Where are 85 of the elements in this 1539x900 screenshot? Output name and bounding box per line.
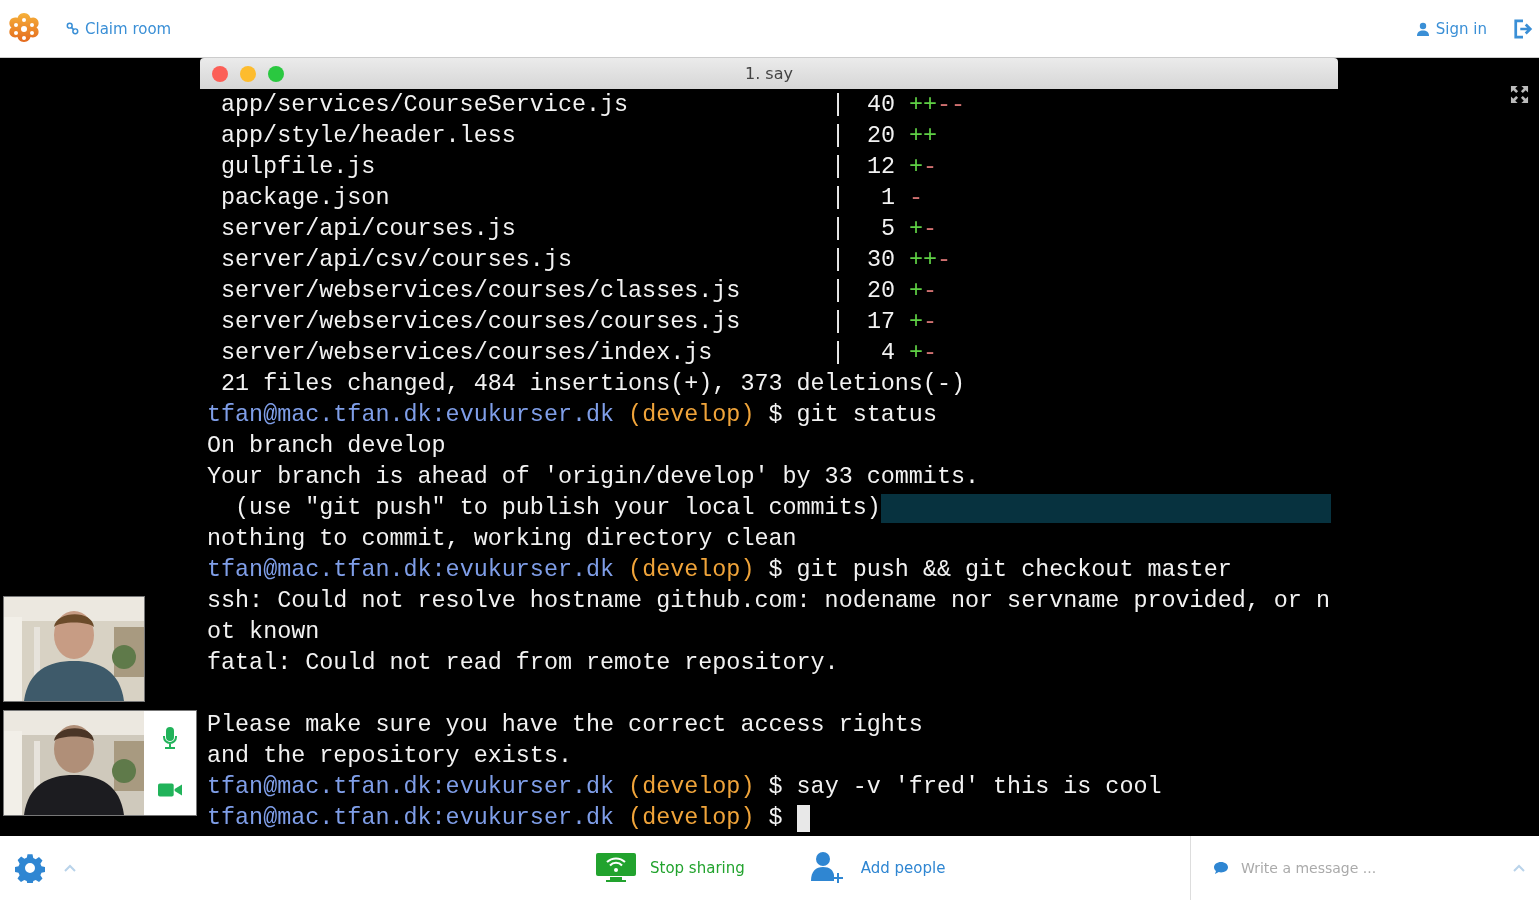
separator-text: |	[831, 184, 845, 213]
file-name: server/webservices/courses/index.js	[221, 339, 714, 368]
close-button[interactable]	[212, 65, 228, 82]
output-line: nothing to commit, working directory clean	[207, 525, 797, 554]
change-count: 12	[865, 153, 895, 182]
separator-text: |	[831, 308, 845, 337]
sign-in-link[interactable]: Sign in	[1415, 19, 1487, 38]
prompt-host: tfan@mac.tfan.dk:evukurser.dk	[207, 805, 615, 831]
add-person-icon	[808, 851, 845, 885]
caret-icon[interactable]	[64, 864, 76, 872]
change-count: 20	[865, 122, 895, 151]
claim-room-link[interactable]: Claim room	[66, 19, 172, 38]
command-text: say -v 'fred' this is cool	[796, 774, 1162, 800]
insertions-text: ++	[909, 122, 938, 151]
maximize-button[interactable]	[268, 65, 284, 82]
prompt-host: tfan@mac.tfan.dk:evukurser.dk	[207, 774, 615, 800]
file-name: package.json	[221, 184, 391, 213]
prompt-symbol: $	[768, 402, 783, 428]
link-icon	[66, 22, 79, 35]
change-count: 4	[879, 339, 895, 368]
separator-text: |	[831, 246, 845, 275]
separator-text: |	[831, 153, 845, 182]
insertions-text: +	[909, 153, 924, 182]
deletions-text: -	[909, 184, 924, 213]
add-people-button[interactable]: Add people	[808, 851, 946, 885]
deletions-text: -	[923, 308, 938, 337]
change-count: 20	[865, 277, 895, 306]
deletions-text: -	[937, 246, 952, 275]
separator-text: |	[831, 277, 845, 306]
output-line: (use "git push" to publish your local commits)	[234, 494, 881, 523]
file-name: server/api/courses.js	[221, 215, 517, 244]
chat-bubble-icon	[1213, 861, 1229, 875]
deletions-text: -	[923, 277, 938, 306]
file-name: app/style/header.less	[221, 122, 517, 151]
file-name: gulpfile.js	[221, 153, 377, 182]
file-name: app/services/CourseService.js	[221, 91, 630, 120]
output-line: ot known	[207, 618, 320, 647]
output-line: ssh: Could not resolve hostname github.com: nodename nor servname provided, or n	[207, 587, 1330, 616]
fullscreen-icon[interactable]	[1510, 85, 1529, 104]
file-name: server/webservices/courses/courses.js	[221, 308, 742, 337]
prompt-symbol: $	[768, 557, 783, 583]
insertions-text: +	[909, 339, 924, 368]
prompt-branch: (develop)	[628, 402, 755, 428]
deletions-text: -	[923, 153, 938, 182]
insertions-text: +	[909, 215, 924, 244]
change-count: 1	[879, 184, 895, 213]
output-line: fatal: Could not read from remote repository.	[207, 649, 839, 678]
command-text: git push && git checkout master	[796, 557, 1232, 583]
command-text: git status	[796, 402, 937, 428]
insertions-text: ++	[909, 91, 938, 120]
prompt-host: tfan@mac.tfan.dk:evukurser.dk	[207, 557, 615, 583]
separator-text: |	[831, 91, 845, 120]
user-icon	[1415, 21, 1430, 36]
insertions-text: +	[909, 308, 924, 337]
deletions-text: -	[923, 215, 938, 244]
file-name: server/webservices/courses/classes.js	[221, 277, 742, 306]
prompt-branch: (develop)	[628, 557, 755, 583]
prompt-symbol: $	[768, 805, 783, 831]
prompt-host: tfan@mac.tfan.dk:evukurser.dk	[207, 402, 615, 428]
change-count: 30	[865, 246, 895, 275]
output-line: 21 files changed, 484 insertions(+), 373 deletions(-)	[220, 370, 965, 399]
change-count: 5	[879, 215, 895, 244]
insertions-text: ++	[909, 246, 938, 275]
change-count: 40	[865, 91, 895, 120]
deletions-text: -	[923, 339, 938, 368]
deletions-text: --	[937, 91, 966, 120]
prompt-branch: (develop)	[628, 805, 755, 831]
caret-icon[interactable]	[1513, 864, 1525, 872]
separator-text: |	[831, 339, 845, 368]
prompt-symbol: $	[768, 774, 783, 800]
output-line: and the repository exists.	[207, 742, 572, 771]
file-name: server/api/csv/courses.js	[221, 246, 573, 275]
insertions-text: +	[909, 277, 924, 306]
prompt-branch: (develop)	[628, 774, 755, 800]
output-line: Please make sure you have the correct access rights	[207, 711, 923, 740]
settings-icon[interactable]	[15, 853, 45, 883]
stop-sharing-button[interactable]: Stop sharing	[596, 853, 745, 883]
exit-icon[interactable]	[1513, 17, 1533, 40]
output-line: Your branch is ahead of 'origin/develop' by 33 commits.	[207, 463, 980, 492]
monitor-wifi-icon	[596, 853, 636, 883]
change-count: 17	[865, 308, 895, 337]
output-line: On branch develop	[207, 432, 446, 461]
separator-text: |	[831, 122, 845, 151]
window-title: 1. say	[745, 64, 793, 83]
separator-text: |	[831, 215, 845, 244]
